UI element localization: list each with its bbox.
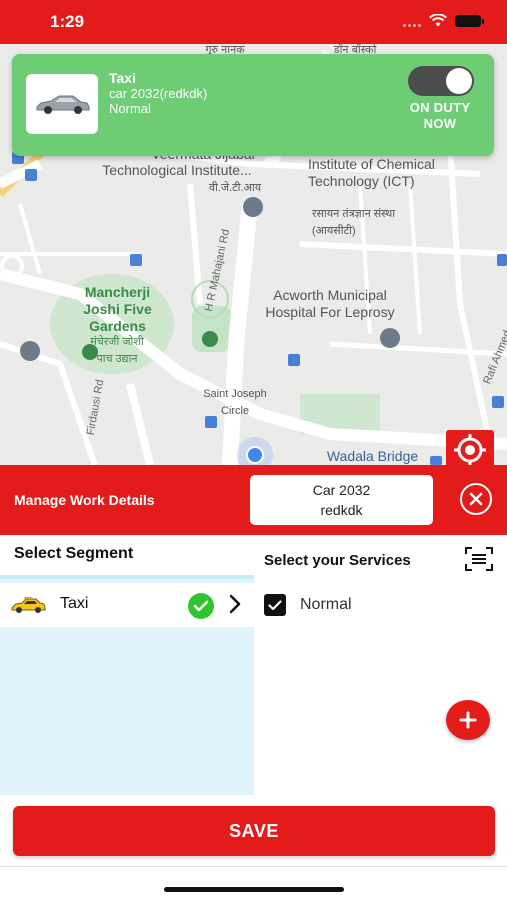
map-label: वी.जे.टी.आय — [208, 182, 262, 194]
bottom-divider — [0, 866, 507, 867]
status-time: 1:29 — [50, 12, 85, 31]
duty-service: Normal — [109, 101, 151, 116]
crosshair-icon — [454, 434, 486, 466]
chevron-right-icon — [229, 594, 241, 614]
manage-work-bar: Manage Work Details Car 2032 redkdk — [0, 465, 507, 535]
wifi-icon — [429, 14, 447, 27]
duty-status: ON DUTY NOW — [400, 100, 480, 132]
recenter-button[interactable] — [446, 430, 494, 470]
selected-check-icon — [188, 593, 214, 619]
service-checkbox[interactable] — [264, 594, 286, 616]
duty-toggle[interactable] — [408, 66, 474, 96]
signal-icon — [403, 15, 421, 27]
vehicle-thumbnail — [26, 74, 98, 134]
service-label: Normal — [300, 596, 352, 613]
duty-vehicle: car 2032(redkdk) — [109, 86, 208, 101]
segment-header: Select Segment — [14, 545, 134, 562]
map-label: Wadala Bridge — [326, 448, 419, 464]
segment-list: Taxi — [0, 575, 254, 795]
segment-label: Taxi — [60, 595, 89, 612]
taxi-icon — [11, 597, 46, 613]
map-label: Mancherji Joshi Five Gardens — [83, 284, 152, 334]
map-label: Acworth Municipal Hospital For Leprosy — [265, 287, 395, 320]
map-label: मंचेरजी जोशी पाच उद्यान — [90, 336, 144, 365]
service-item-normal[interactable]: Normal — [264, 594, 352, 616]
map-label: Saint Joseph Circle — [203, 388, 267, 417]
duty-info: Taxi car 2032(redkdk) Normal — [109, 70, 207, 116]
map-label: Institute of Chemical Technology (ICT) — [308, 156, 435, 189]
vehicle-selector[interactable]: Car 2032 redkdk — [250, 475, 433, 525]
plus-icon — [459, 711, 477, 729]
status-bar: 1:29 — [0, 0, 507, 44]
vehicle-plate: redkdk — [320, 502, 363, 518]
add-service-button[interactable] — [446, 700, 490, 740]
duty-card: Taxi car 2032(redkdk) Normal ON DUTY NOW — [12, 54, 494, 156]
services-header: Select your Services — [264, 552, 411, 569]
manage-title: Manage Work Details — [14, 492, 155, 508]
duty-status-line2: NOW — [423, 116, 457, 131]
status-icons — [403, 14, 484, 27]
save-button[interactable]: SAVE — [13, 806, 495, 856]
duty-segment: Taxi — [109, 70, 136, 86]
map-label: Technological Institute... — [102, 162, 252, 178]
battery-icon — [455, 14, 484, 27]
list-scan-icon[interactable] — [464, 546, 494, 572]
duty-status-line1: ON DUTY — [409, 100, 471, 115]
close-button[interactable] — [460, 483, 492, 515]
checkmark-icon — [268, 599, 282, 610]
map-label: रसायन तंत्रज्ञान संस्था (आयसीटी) — [312, 208, 396, 237]
car-icon — [36, 95, 90, 114]
vehicle-name: Car 2032 — [312, 482, 371, 498]
home-indicator — [164, 887, 344, 892]
segment-item-taxi[interactable]: Taxi — [0, 583, 254, 627]
close-icon — [469, 492, 483, 506]
